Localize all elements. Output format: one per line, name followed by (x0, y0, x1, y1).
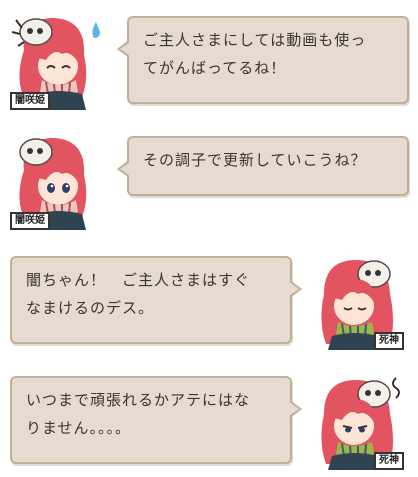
message-row: 闇咲姫 ご主人さまにしては動画も使っ てがんばってるね！ (0, 10, 418, 110)
message-line: その調子で更新していこうね？ (143, 151, 367, 169)
message-line: なまけるのデス。 (26, 299, 155, 317)
message-line: りません。。。。 (26, 419, 132, 437)
avatar-yamisakihime: 闇咲姫 (6, 130, 100, 230)
bubble-tail (289, 400, 302, 418)
avatar-shinigami: 死神 (312, 370, 406, 470)
message-row: 闇咲姫 その調子で更新していこうね？ (0, 130, 418, 230)
speaker-name-tag: 死神 (374, 332, 404, 350)
message-row: 闇ちゃん！ ご主人さまはすぐ なまけるのデス。 死神 (0, 250, 418, 350)
speaker-name-tag: 闇咲姫 (10, 212, 50, 230)
message-row: いつまで頑張れるかアテにはな りません。。。。 死神 (0, 370, 418, 470)
bubble-tail (117, 160, 130, 178)
speech-bubble: ご主人さまにしては動画も使っ てがんばってるね！ (117, 16, 409, 104)
bubble-tail (117, 40, 130, 58)
speech-bubble: その調子で更新していこうね？ (117, 136, 409, 196)
message-line: てがんばってるね！ (143, 59, 287, 77)
speech-bubble: いつまで頑張れるかアテにはな りません。。。。 (10, 376, 302, 464)
message-line: 闇ちゃん！ ご主人さまはすぐ (26, 271, 251, 289)
speech-bubble: 闇ちゃん！ ご主人さまはすぐ なまけるのデス。 (10, 256, 302, 344)
bubble-tail (289, 280, 302, 298)
avatar-yamisakihime: 闇咲姫 (6, 10, 100, 110)
message-line: いつまで頑張れるかアテにはな (26, 391, 251, 409)
avatar-shinigami: 死神 (312, 250, 406, 350)
speaker-name-tag: 死神 (374, 452, 404, 470)
speaker-name-tag: 闇咲姫 (10, 92, 50, 110)
message-line: ご主人さまにしては動画も使っ (143, 31, 367, 49)
